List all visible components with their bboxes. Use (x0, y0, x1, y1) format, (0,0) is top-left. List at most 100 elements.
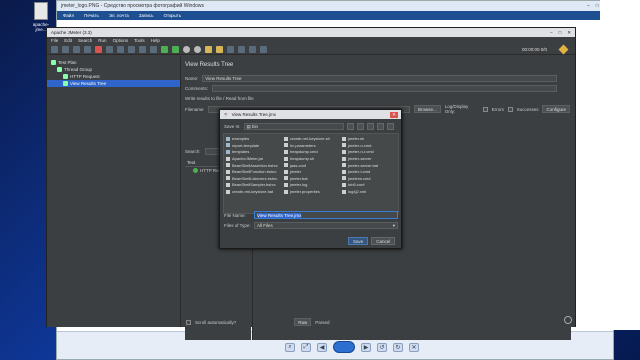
save-in-select[interactable]: ▤ bin (243, 123, 344, 130)
start-icon[interactable] (161, 46, 168, 53)
configure-button[interactable]: Configure (542, 105, 570, 113)
comments-field[interactable] (212, 85, 558, 92)
errors-checkbox[interactable] (482, 106, 488, 112)
file-name: BeanShellAssertion.bshrc (232, 162, 278, 168)
minimize-icon[interactable]: – (550, 30, 553, 36)
file-item[interactable]: jaas.conf (284, 162, 338, 168)
file-item[interactable]: krb5.conf (342, 182, 396, 188)
file-item[interactable]: jmeter-server.bat (342, 162, 396, 168)
reset-search-icon[interactable] (238, 46, 245, 53)
raw-tab[interactable]: Raw (294, 318, 312, 326)
cancel-button[interactable]: Cancel (371, 237, 396, 245)
file-item[interactable]: BeanShellSampler.bshrc (226, 182, 280, 188)
rotate-right-icon[interactable]: ↻ (393, 342, 403, 352)
tree-node-http-request[interactable]: HTTP Request (47, 73, 180, 80)
close-icon[interactable]: ✕ (390, 111, 398, 118)
home-icon[interactable] (356, 123, 364, 130)
open-icon[interactable] (73, 46, 80, 53)
file-item[interactable]: examples (226, 136, 280, 142)
clear-icon[interactable] (205, 46, 212, 53)
menu-edit[interactable]: Edit (64, 38, 72, 44)
new-folder-icon[interactable] (366, 123, 374, 130)
name-field[interactable]: View Results Tree (202, 75, 558, 82)
menu-search[interactable]: Search (78, 38, 92, 44)
new-icon[interactable] (51, 46, 58, 53)
fit-icon[interactable]: ⤢ (301, 342, 311, 352)
collapse-icon[interactable] (139, 46, 146, 53)
file-item[interactable]: jmeter.bat (284, 176, 338, 182)
viewer-menu-email[interactable]: Эл. почта (109, 13, 129, 18)
file-item[interactable]: ApacheJMeter.jar (226, 156, 280, 162)
file-item[interactable]: jmeter.sh (342, 136, 396, 142)
menu-options[interactable]: Options (113, 38, 129, 44)
next-icon[interactable]: ▶ (361, 342, 371, 352)
up-folder-icon[interactable] (346, 123, 354, 130)
tree-node-view-results-tree[interactable]: View Results Tree (47, 80, 180, 87)
file-item[interactable]: jmeter-n-r.cmd (342, 149, 396, 155)
search-icon[interactable] (227, 46, 234, 53)
stop-icon[interactable] (183, 46, 190, 53)
file-item[interactable]: jmeter.properties (284, 189, 338, 195)
menu-tools[interactable]: Tools (134, 38, 145, 44)
save-icon[interactable] (84, 46, 91, 53)
file-item[interactable]: BeanShellListeners.bshrc (226, 176, 280, 182)
menu-help[interactable]: Help (151, 38, 160, 44)
file-item[interactable]: create-rmi-keystore.sh (284, 136, 338, 142)
file-item[interactable]: create-rmi-keystore.bat (226, 189, 280, 195)
menu-run[interactable]: Run (98, 38, 106, 44)
save-in-value: bin (252, 124, 259, 129)
list-view-icon[interactable] (376, 123, 384, 130)
file-type-select[interactable]: All Files ▾ (254, 222, 398, 229)
help-icon[interactable] (260, 46, 267, 53)
file-item[interactable]: log4j2.xml (342, 189, 396, 195)
toggle-icon[interactable] (150, 46, 157, 53)
paste-icon[interactable] (117, 46, 124, 53)
successes-checkbox[interactable] (507, 106, 513, 112)
slideshow-button[interactable] (333, 341, 355, 353)
zoom-icon[interactable]: ⌕ (285, 342, 295, 352)
browse-button[interactable]: Browse... (413, 105, 441, 113)
previous-icon[interactable]: ◀ (317, 342, 327, 352)
file-item[interactable]: jmeter (284, 169, 338, 175)
menu-file[interactable]: File (51, 38, 58, 44)
tree-node-test-plan[interactable]: Test Plan (47, 59, 180, 66)
cut-icon[interactable] (95, 46, 102, 53)
rotate-left-icon[interactable]: ↺ (377, 342, 387, 352)
viewer-menu-print[interactable]: Печать (84, 13, 99, 18)
details-view-icon[interactable] (386, 123, 394, 130)
file-item[interactable]: heapdump.sh (284, 156, 338, 162)
file-item[interactable]: jmeter.log (284, 182, 338, 188)
minimize-icon[interactable]: – (587, 3, 590, 9)
scroll-automatically-checkbox[interactable] (186, 319, 191, 325)
file-item[interactable]: jmeterw.cmd (342, 176, 396, 182)
maximize-icon[interactable]: □ (596, 3, 599, 9)
file-name: heapdump.cmd (290, 149, 318, 155)
file-item[interactable]: BeanShellFunction.bshrc (226, 169, 280, 175)
close-icon[interactable]: ✕ (567, 30, 571, 36)
templates-icon[interactable] (62, 46, 69, 53)
maximize-icon[interactable]: □ (559, 30, 562, 36)
file-item[interactable]: templates (226, 149, 280, 155)
file-item[interactable]: jmeter-t.cmd (342, 169, 396, 175)
viewer-menu-open[interactable]: Открыть (164, 13, 182, 18)
resize-handle-icon[interactable] (564, 316, 572, 324)
file-item[interactable]: hc.parameters (284, 143, 338, 149)
file-item[interactable]: report-template (226, 143, 280, 149)
tree-node-thread-group[interactable]: Thread Group (47, 66, 180, 73)
copy-icon[interactable] (106, 46, 113, 53)
viewer-menu-file[interactable]: Файл (63, 13, 74, 18)
viewer-menu-burn[interactable]: Запись (139, 13, 154, 18)
start-no-pause-icon[interactable] (172, 46, 179, 53)
function-helper-icon[interactable] (249, 46, 256, 53)
file-item[interactable]: jmeter-server (342, 156, 396, 162)
parsed-tab[interactable]: Parsed (315, 320, 329, 325)
file-name-input[interactable]: View Results Tree.jmx (254, 211, 398, 219)
delete-icon[interactable]: ✕ (409, 342, 419, 352)
expand-icon[interactable] (128, 46, 135, 53)
shutdown-icon[interactable] (194, 46, 201, 53)
file-item[interactable]: jmeter-n.cmd (342, 143, 396, 149)
clear-all-icon[interactable] (216, 46, 223, 53)
file-item[interactable]: BeanShellAssertion.bshrc (226, 162, 280, 168)
save-button[interactable]: Save (348, 237, 369, 245)
file-item[interactable]: heapdump.cmd (284, 149, 338, 155)
